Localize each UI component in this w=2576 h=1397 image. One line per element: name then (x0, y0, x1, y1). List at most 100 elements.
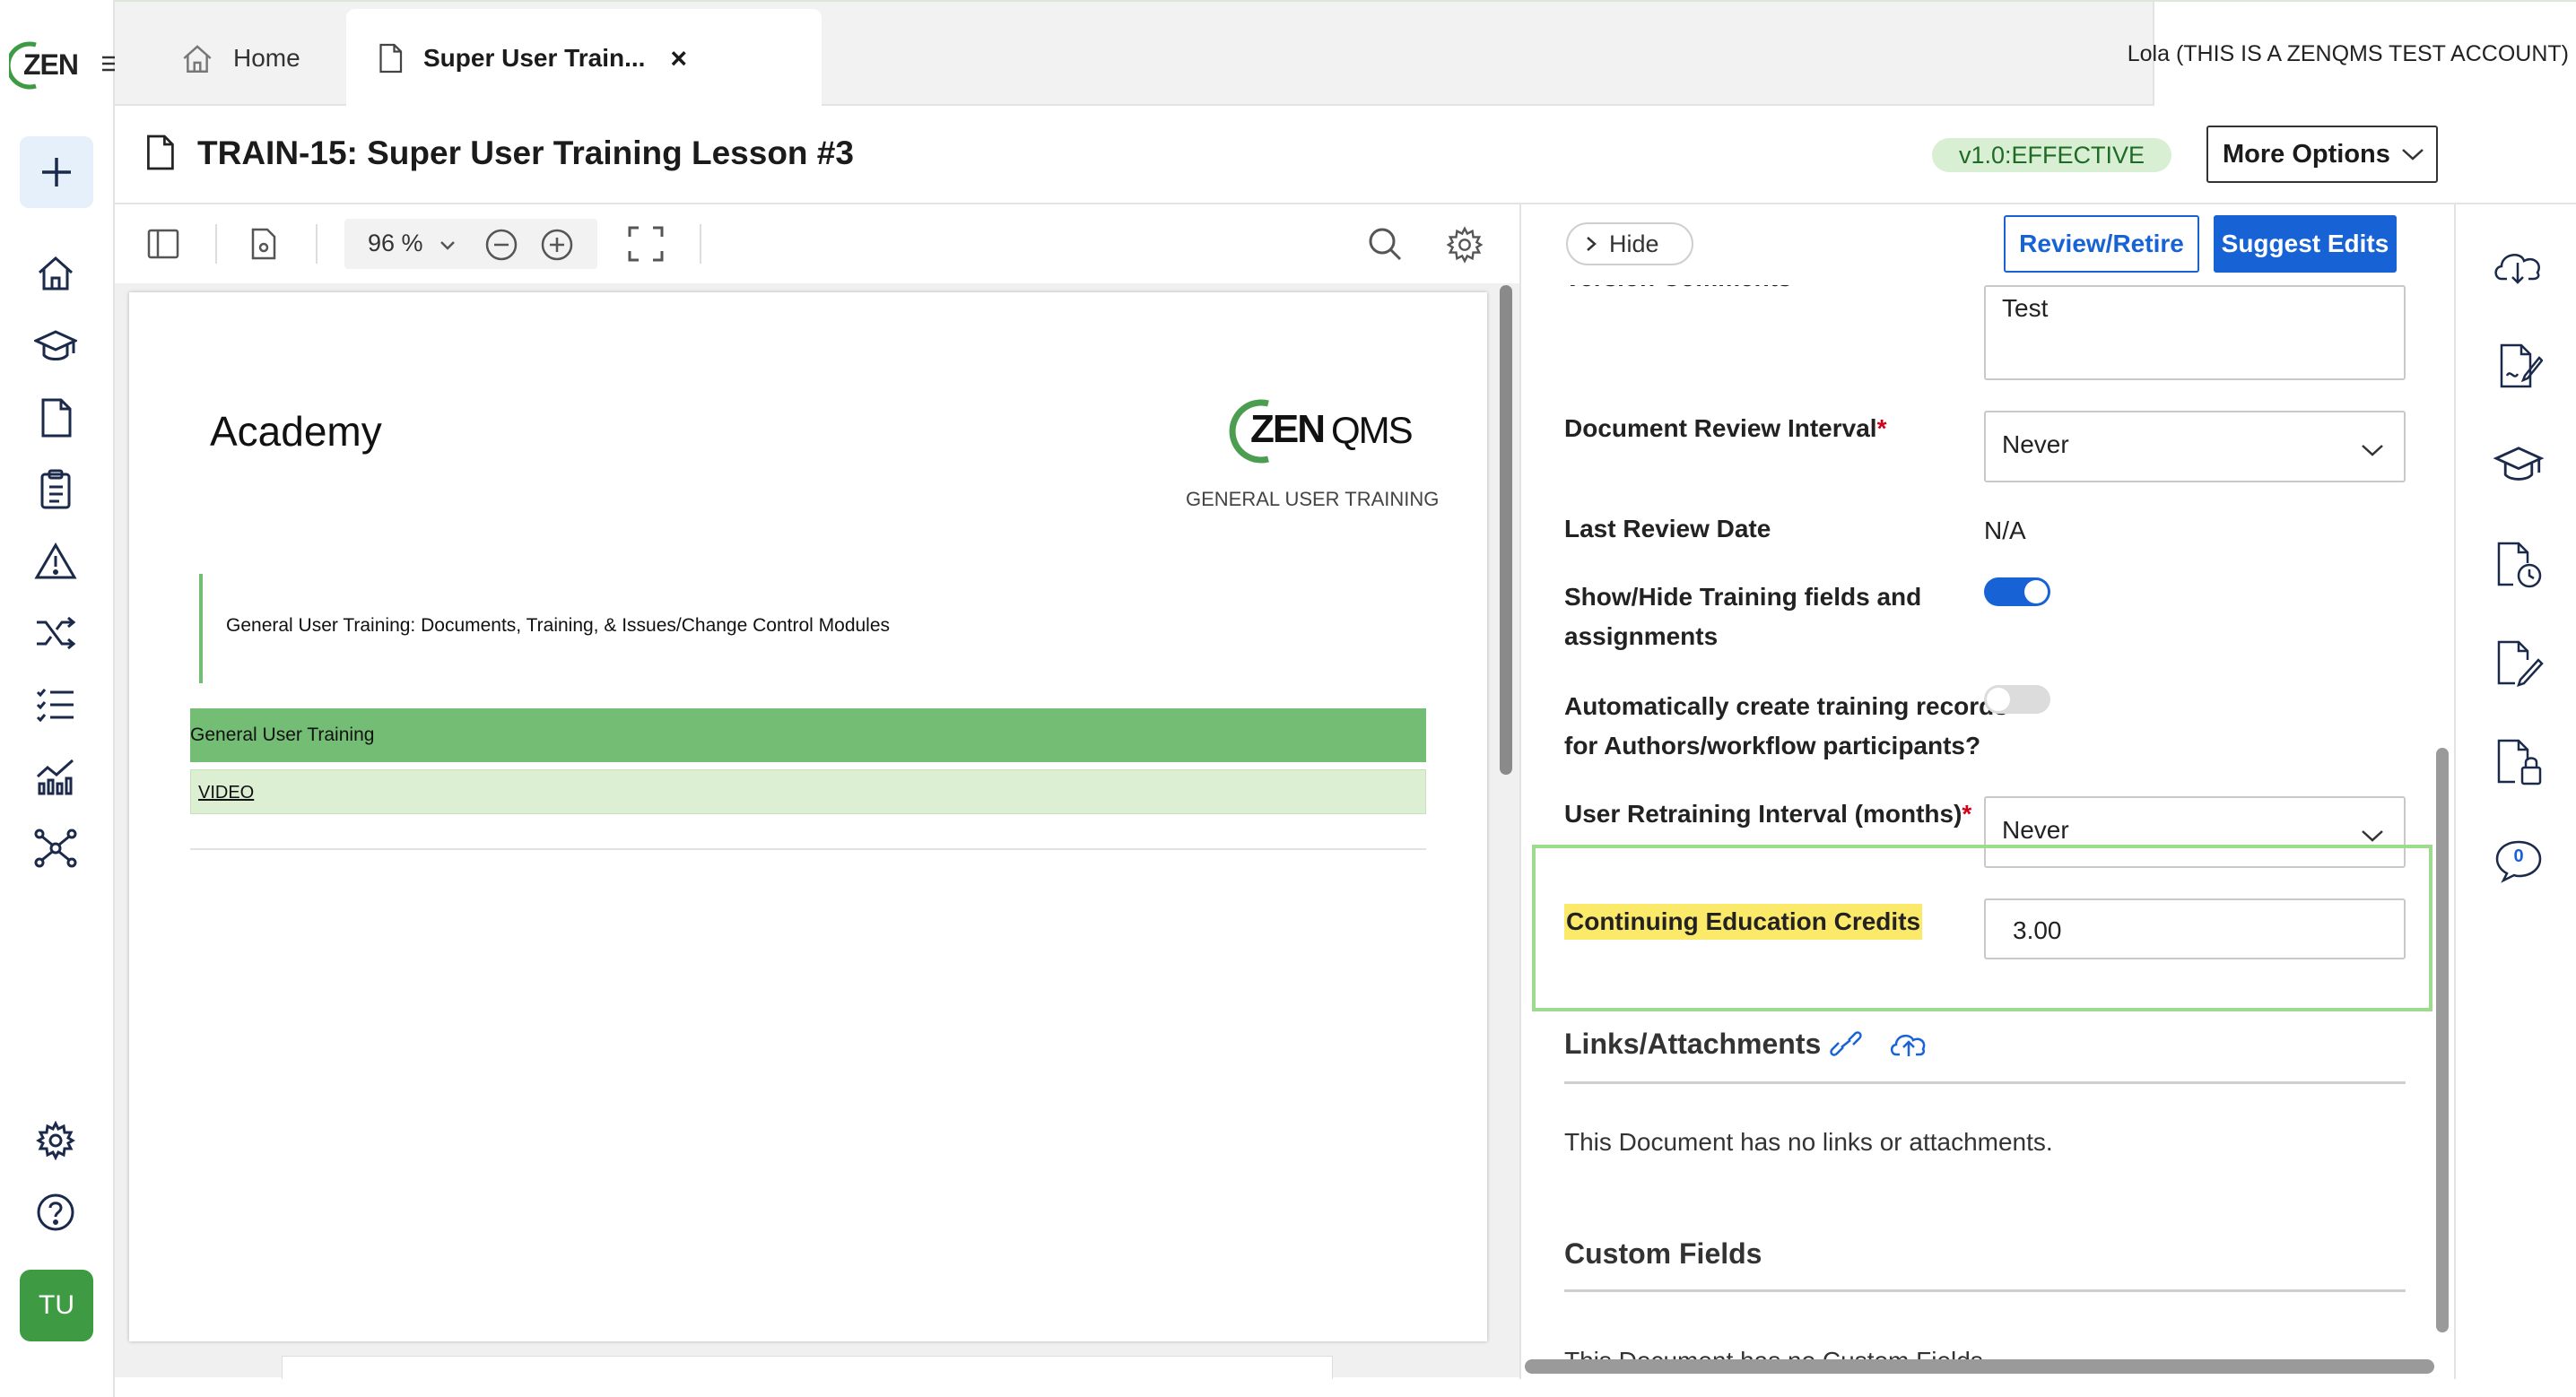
tab-document-label: Super User Train... (423, 44, 646, 72)
nav-issues-icon[interactable] (32, 538, 79, 585)
zoom-level[interactable]: 96 % (368, 230, 423, 257)
user-avatar[interactable]: TU (20, 1270, 93, 1341)
zoom-in-icon[interactable] (540, 228, 574, 262)
right-action-rail: 0 (2454, 204, 2576, 1379)
show-training-label-line2: assignments (1564, 622, 1719, 650)
zen-logo[interactable]: ZEN (9, 38, 79, 91)
toolbar-divider (316, 224, 318, 264)
fullscreen-icon[interactable] (628, 226, 664, 262)
panel-vertical-scrollbar[interactable] (2436, 748, 2449, 1332)
callout-bar (199, 574, 203, 683)
review-interval-text: Document Review Interval (1564, 414, 1877, 442)
suggest-edits-label: Suggest Edits (2221, 230, 2389, 257)
version-comments-label: Version Comments (1564, 285, 1792, 298)
last-review-label: Last Review Date (1564, 515, 1771, 542)
review-retire-label: Review/Retire (2019, 230, 2184, 257)
auto-create-label-line2: for Authors/workflow participants? (1564, 732, 1981, 759)
plus-icon (42, 158, 71, 187)
document-icon (379, 43, 403, 74)
review-interval-select[interactable]: Never (1984, 411, 2406, 482)
viewer-toolbar: 96 % (115, 204, 1519, 283)
tab-document[interactable]: Super User Train... × (346, 9, 822, 108)
nav-training-icon[interactable] (32, 323, 79, 369)
training-cap-icon[interactable] (2492, 438, 2546, 491)
hide-panel-button[interactable]: Hide (1566, 222, 1693, 265)
video-row: VIDEO (190, 769, 1426, 814)
viewer-scrollbar[interactable] (1500, 285, 1512, 775)
tab-close-button[interactable]: × (670, 42, 687, 75)
left-navigation: ZEN TU (0, 0, 122, 1397)
next-page-edge (282, 1356, 1333, 1379)
retraining-interval-label: User Retraining Interval (months)* (1564, 794, 1971, 834)
comments-icon[interactable]: 0 (2492, 834, 2546, 888)
search-icon[interactable] (1367, 226, 1403, 262)
nav-documents-icon[interactable] (32, 395, 79, 441)
chevron-right-icon (1587, 237, 1597, 251)
cloud-upload-icon[interactable] (1889, 1028, 1928, 1058)
ce-credits-label: Continuing Education Credits (1564, 904, 1923, 940)
nav-network-icon[interactable] (32, 825, 79, 872)
zoom-dropdown-icon[interactable] (439, 240, 456, 251)
gear-icon[interactable] (1446, 226, 1484, 264)
auto-create-label-line1: Automatically create training records (1564, 692, 2008, 720)
page-settings-icon[interactable] (249, 228, 278, 260)
tab-home[interactable]: Home (181, 9, 357, 108)
retraining-interval-text: User Retraining Interval (months) (1564, 800, 1962, 828)
nav-home-icon[interactable] (32, 249, 79, 296)
nav-settings-icon[interactable] (32, 1117, 79, 1164)
chevron-down-icon (2362, 445, 2383, 456)
retraining-interval-value: Never (2002, 816, 2069, 844)
comment-count: 0 (2513, 846, 2524, 866)
toolbar-divider (215, 224, 217, 264)
callout-text: General User Training: Documents, Traini… (226, 615, 891, 636)
more-options-label: More Options (2223, 139, 2390, 169)
user-initials: TU (39, 1290, 74, 1320)
ce-credits-value: 3.00 (2013, 916, 2062, 944)
link-icon[interactable] (1828, 1029, 1864, 1058)
section-bar: General User Training (190, 708, 1426, 762)
review-interval-value: Never (2002, 430, 2069, 458)
hide-label: Hide (1609, 230, 1659, 257)
ce-credits-input[interactable]: 3.00 (1984, 898, 2406, 959)
document-lock-icon[interactable] (2492, 735, 2546, 789)
review-interval-label: Document Review Interval* (1564, 409, 1886, 448)
nav-reports-icon[interactable] (32, 753, 79, 800)
sidebar-toggle-icon[interactable] (147, 228, 179, 260)
panel-horizontal-scrollbar[interactable] (1525, 1359, 2434, 1374)
cloud-download-icon[interactable] (2492, 239, 2546, 292)
auto-create-toggle[interactable] (1984, 685, 2050, 714)
chevron-down-icon (2402, 149, 2424, 161)
links-divider (1564, 1081, 2406, 1084)
zoom-control: 96 % (344, 219, 597, 269)
document-properties-panel: Hide Review/Retire Suggest Edits Version… (1519, 204, 2454, 1379)
version-comments-value: Test (2002, 294, 2049, 322)
zenqms-brand-logo: ZEN QMS (1229, 396, 1417, 468)
review-retire-button[interactable]: Review/Retire (2004, 215, 2199, 273)
document-history-icon[interactable] (2492, 538, 2546, 592)
document-page: Academy ZEN QMS GENERAL USER TRAINING Ge… (129, 292, 1487, 1341)
show-training-label-line1: Show/Hide Training fields and (1564, 583, 1922, 611)
version-comments-field[interactable]: Test (1984, 285, 2406, 380)
document-title-icon (147, 134, 174, 170)
more-options-dropdown[interactable]: More Options (2206, 126, 2438, 183)
create-new-button[interactable] (20, 136, 93, 208)
nav-help-icon[interactable] (32, 1189, 79, 1236)
show-training-toggle[interactable] (1984, 577, 2050, 606)
account-label[interactable]: Lola (THIS IS A ZENQMS TEST ACCOUNT) (2128, 41, 2569, 67)
auto-create-label: Automatically create training records for… (1564, 687, 2008, 766)
document-sign-icon[interactable] (2492, 339, 2546, 393)
nav-checklist-icon[interactable] (32, 681, 79, 728)
custom-fields-title: Custom Fields (1564, 1237, 1762, 1270)
brand-zen: ZEN (1250, 407, 1326, 451)
page-divider (190, 848, 1426, 850)
brand-subtitle: GENERAL USER TRAINING (1186, 488, 1440, 510)
suggest-edits-button[interactable]: Suggest Edits (2214, 215, 2397, 273)
document-edit-icon[interactable] (2492, 637, 2546, 690)
video-link[interactable]: VIDEO (198, 783, 254, 803)
section-bar-label: General User Training (190, 725, 375, 745)
account-area: Lola (THIS IS A ZENQMS TEST ACCOUNT) (2128, 2, 2576, 106)
zoom-out-icon[interactable] (484, 228, 518, 262)
nav-clipboard-icon[interactable] (32, 466, 79, 513)
tab-bar: Home Super User Train... × Lola (THIS IS… (115, 0, 2576, 108)
nav-change-control-icon[interactable] (32, 610, 79, 656)
